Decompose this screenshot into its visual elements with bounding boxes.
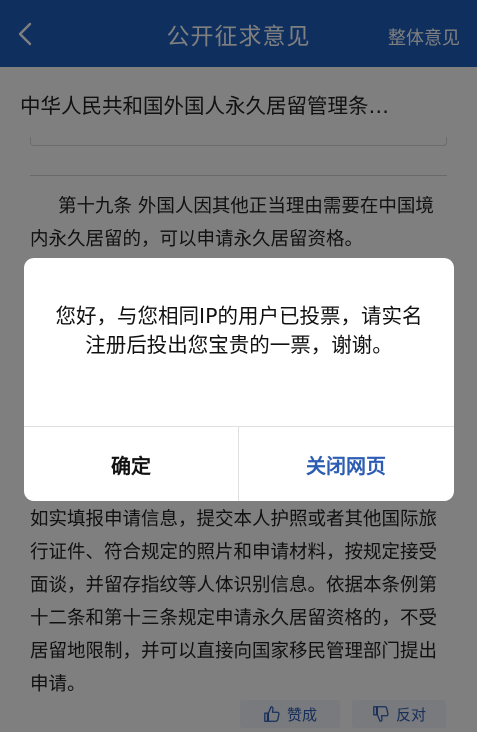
confirm-button[interactable]: 确定 [24, 427, 238, 501]
close-page-button[interactable]: 关闭网页 [239, 427, 453, 501]
dialog-message: 您好，与您相同IP的用户已投票，请实名注册后投出您宝贵的一票，谢谢。 [55, 304, 423, 357]
alert-dialog: 您好，与您相同IP的用户已投票，请实名注册后投出您宝贵的一票，谢谢。 确定 关闭… [24, 258, 454, 501]
